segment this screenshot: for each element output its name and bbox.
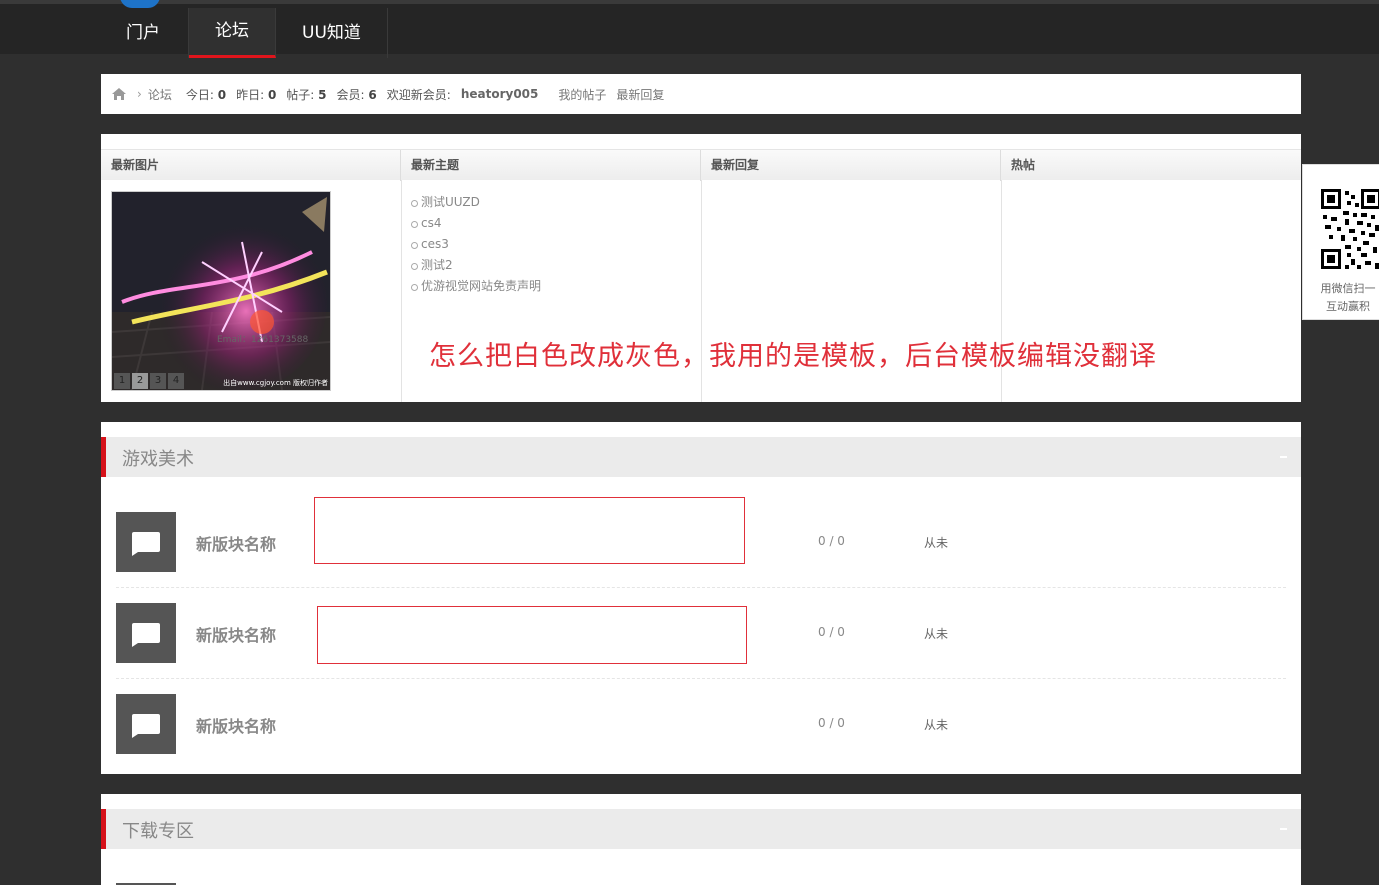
col-latest-topics: 最新主题 xyxy=(401,150,701,181)
chat-bubble-icon xyxy=(132,714,160,734)
stat-today-label: 今日: xyxy=(185,87,214,102)
qr-caption-line2: 互动赢积 xyxy=(1326,300,1370,313)
latest-replies-link[interactable]: 最新回复 xyxy=(616,86,664,103)
stat-yesterday-label: 昨日: xyxy=(236,87,265,102)
stat-today-value: 0 xyxy=(217,87,227,102)
nav-item-forum[interactable]: 论坛 xyxy=(189,8,276,58)
annotation-highlight-box xyxy=(317,606,747,664)
forum-last-post: 从未 xyxy=(924,627,949,641)
red-annotation-text: 怎么把白色改成灰色，我用的是模板，后台模板编辑没翻译 xyxy=(429,341,1157,372)
topic-link[interactable]: 测试UUZD xyxy=(411,192,541,213)
my-posts-link[interactable]: 我的帖子 xyxy=(558,86,606,103)
main-nav: 门户 论坛 UU知道 xyxy=(98,8,388,58)
portal-panel: 最新图片 最新主题 最新回复 热帖 Email：1261373588 1 2 3… xyxy=(101,134,1301,402)
breadcrumb-forum-link[interactable]: 论坛 xyxy=(148,86,172,103)
stat-posts-value: 5 xyxy=(318,87,327,102)
topic-link[interactable]: ces3 xyxy=(411,234,541,255)
section-header: 游戏美术 xyxy=(101,437,1301,477)
welcome-label: 欢迎新会员: xyxy=(386,87,451,102)
slide-page-1[interactable]: 1 xyxy=(114,373,130,389)
latest-topics-list: 测试UUZD cs4 ces3 测试2 优游视觉网站免责声明 xyxy=(411,192,541,297)
forum-icon[interactable] xyxy=(116,694,176,754)
col-latest-replies: 最新回复 xyxy=(701,150,1001,181)
stat-posts: 帖子: 5 xyxy=(286,86,326,103)
slideshow-image[interactable]: Email：1261373588 xyxy=(112,192,330,390)
forum-icon[interactable] xyxy=(116,603,176,663)
annotation-highlight-box xyxy=(314,497,745,564)
stat-members-value: 6 xyxy=(368,87,377,102)
forum-counts: 0 / 0 xyxy=(818,716,845,730)
chat-bubble-icon xyxy=(132,623,160,643)
forum-last-post: 从未 xyxy=(924,718,949,732)
stat-yesterday: 昨日: 0 xyxy=(236,86,276,103)
topic-link[interactable]: 测试2 xyxy=(411,255,541,276)
slide-page-3[interactable]: 3 xyxy=(150,373,166,389)
stat-members-label: 会员: xyxy=(336,87,365,102)
chat-bubble-icon xyxy=(132,532,160,552)
forum-name-link[interactable]: 新版块名称 xyxy=(196,713,276,737)
qr-caption-line1: 用微信扫一 xyxy=(1320,282,1376,295)
qr-widget[interactable]: 用微信扫一 互动赢积 xyxy=(1302,164,1379,320)
collapse-icon[interactable] xyxy=(1280,456,1287,458)
section-title: 下载专区 xyxy=(122,821,194,842)
nav-item-uu-zhidao[interactable]: UU知道 xyxy=(276,8,388,58)
forum-icon[interactable] xyxy=(116,512,176,572)
section-header: 下载专区 xyxy=(101,809,1301,849)
slideshow-caption: 出自www.cgjoy.com 版权归作者 xyxy=(223,379,328,387)
breadcrumb-separator: › xyxy=(137,87,142,101)
collapse-icon[interactable] xyxy=(1280,828,1287,830)
section-title: 游戏美术 xyxy=(122,449,194,470)
newest-member-link[interactable]: heatory005 xyxy=(461,87,539,101)
nav-item-portal[interactable]: 门户 xyxy=(98,8,189,58)
forum-section-downloads: 下载专区 xyxy=(101,794,1301,885)
image-slideshow[interactable]: Email：1261373588 1 2 3 4 出自www.cgjoy.com… xyxy=(111,191,331,391)
qr-caption: 用微信扫一 互动赢积 xyxy=(1303,280,1379,316)
col-latest-images: 最新图片 xyxy=(101,150,401,181)
forum-name-link[interactable]: 新版块名称 xyxy=(196,622,276,646)
qr-code-icon xyxy=(1321,189,1379,269)
forum-last-post: 从未 xyxy=(924,536,949,550)
topic-link[interactable]: cs4 xyxy=(411,213,541,234)
portal-header: 最新图片 最新主题 最新回复 热帖 xyxy=(101,149,1301,181)
stat-yesterday-value: 0 xyxy=(267,87,277,102)
svg-text:Email：1261373588: Email：1261373588 xyxy=(217,335,309,345)
forum-row[interactable]: 新版块名称 0 / 0 从未 xyxy=(116,679,1286,770)
forum-counts: 0 / 0 xyxy=(818,625,845,639)
top-navbar: 门户 论坛 UU知道 xyxy=(0,0,1379,58)
column-divider xyxy=(401,180,402,402)
site-logo[interactable] xyxy=(120,0,160,8)
forum-name-link[interactable]: 新版块名称 xyxy=(196,531,276,555)
topic-link[interactable]: 优游视觉网站免责声明 xyxy=(411,276,541,297)
home-icon[interactable] xyxy=(111,87,127,101)
forum-section-game-art: 游戏美术 新版块名称 0 / 0 从未 新版块名称 0 / 0 从未 新版块名称… xyxy=(101,422,1301,774)
slide-page-2[interactable]: 2 xyxy=(132,373,148,389)
stat-today: 今日: 0 xyxy=(186,86,226,103)
breadcrumb: › 论坛 今日: 0 昨日: 0 帖子: 5 会员: 6 欢迎新会员: heat… xyxy=(101,74,1301,114)
forum-counts: 0 / 0 xyxy=(818,534,845,548)
stat-members: 会员: 6 xyxy=(337,86,377,103)
stat-posts-label: 帖子: xyxy=(286,87,315,102)
slideshow-pagination: 1 2 3 4 xyxy=(114,373,186,389)
slide-page-4[interactable]: 4 xyxy=(168,373,184,389)
col-hot-posts: 热帖 xyxy=(1011,158,1036,172)
